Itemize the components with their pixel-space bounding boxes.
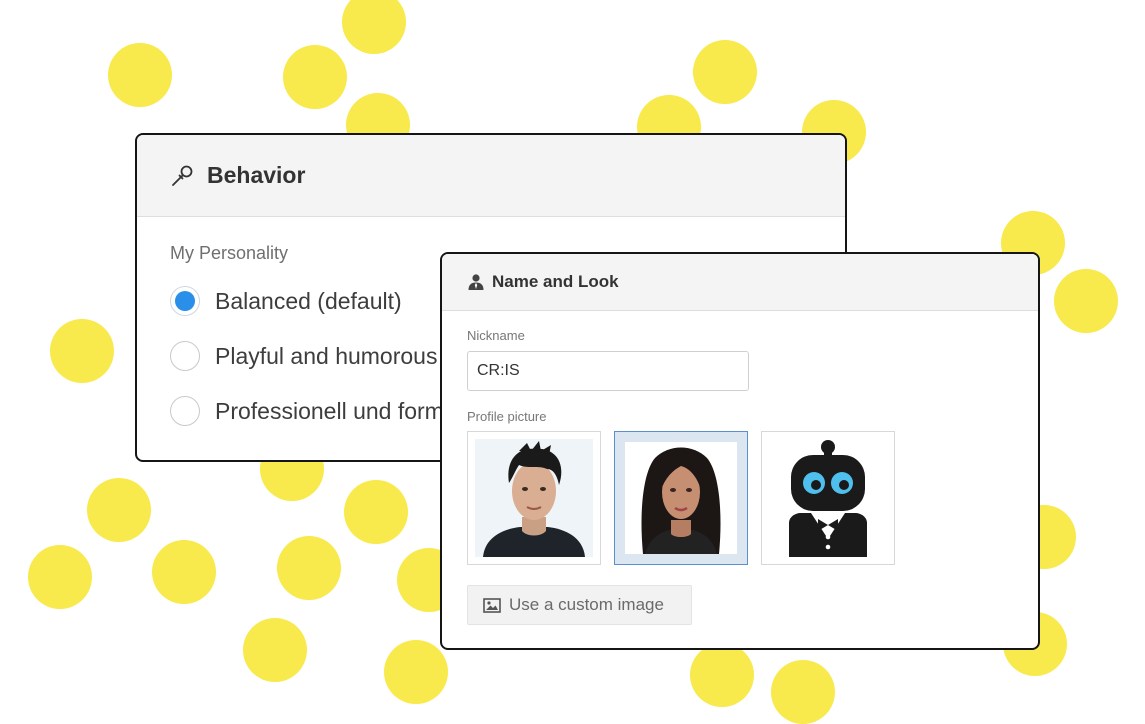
decorative-dot: [771, 660, 835, 724]
decorative-dot: [243, 618, 307, 682]
radio-button[interactable]: [170, 341, 200, 371]
personality-option-label: Professionell und formell: [215, 397, 467, 424]
decorative-dot: [344, 480, 408, 544]
personality-option-label: Playful and humorous: [215, 342, 438, 369]
male-avatar-image: [475, 439, 593, 557]
name-and-look-panel: Name and Look Nickname Profile picture: [440, 252, 1040, 650]
decorative-dot: [384, 640, 448, 704]
image-icon: [483, 597, 501, 613]
decorative-dot: [693, 40, 757, 104]
personality-option-playful[interactable]: Playful and humorous: [170, 341, 437, 371]
personality-option-professional[interactable]: Professionell und formell: [170, 396, 467, 426]
profile-picture-label: Profile picture: [467, 409, 547, 424]
nickname-label: Nickname: [467, 328, 525, 343]
decorative-dot: [277, 536, 341, 600]
personality-option-balanced[interactable]: Balanced (default): [170, 286, 402, 316]
nickname-input[interactable]: [467, 351, 749, 391]
decorative-dot: [342, 0, 406, 54]
avatar-option-male[interactable]: [467, 431, 601, 565]
radio-button-selected[interactable]: [170, 286, 200, 316]
decorative-dot: [28, 545, 92, 609]
robot-avatar-image: [789, 440, 867, 557]
avatar-option-robot[interactable]: [761, 431, 895, 565]
decorative-dot: [152, 540, 216, 604]
person-icon: [467, 273, 485, 291]
personality-option-label: Balanced (default): [215, 287, 402, 314]
female-avatar-image: [625, 442, 737, 554]
microphone-icon: [169, 163, 195, 189]
personality-section-label: My Personality: [170, 243, 289, 263]
radio-button[interactable]: [170, 396, 200, 426]
decorative-dot: [690, 643, 754, 707]
decorative-dot: [87, 478, 151, 542]
decorative-dot: [108, 43, 172, 107]
name-and-look-panel-header: Name and Look: [442, 254, 1038, 311]
behavior-panel-title: Behavior: [207, 162, 306, 188]
decorative-dot: [1054, 269, 1118, 333]
decorative-dot: [283, 45, 347, 109]
decorative-dot: [50, 319, 114, 383]
use-custom-image-label: Use a custom image: [509, 595, 664, 614]
use-custom-image-button[interactable]: Use a custom image: [467, 585, 692, 625]
name-and-look-panel-title: Name and Look: [492, 272, 619, 291]
avatar-option-female[interactable]: [614, 431, 748, 565]
behavior-panel-header: Behavior: [137, 135, 845, 217]
